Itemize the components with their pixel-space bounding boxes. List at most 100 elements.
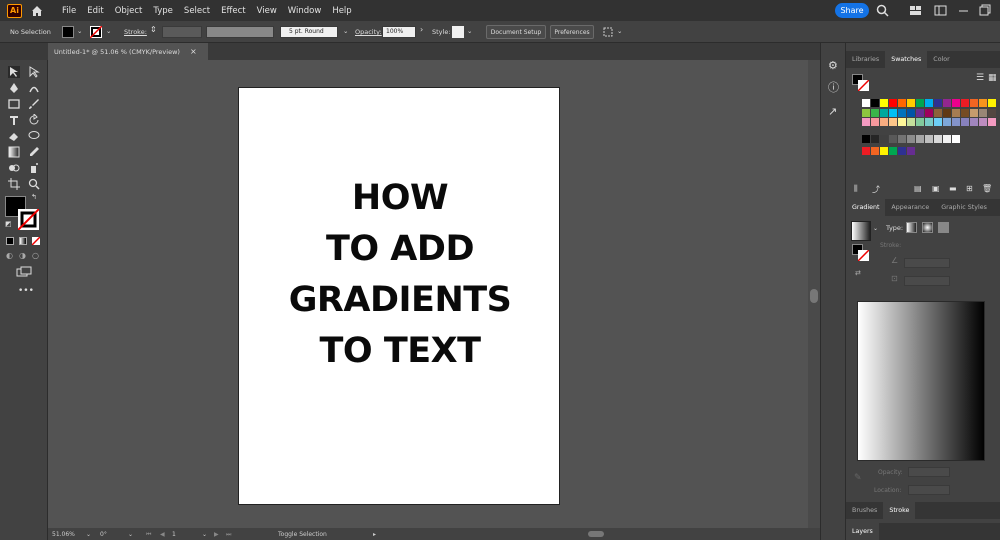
opacity-label[interactable]: Opacity: bbox=[355, 28, 382, 36]
swatch-chip[interactable] bbox=[934, 99, 942, 107]
zoom-tool-icon[interactable] bbox=[28, 178, 40, 190]
swatch-chip[interactable] bbox=[916, 99, 924, 107]
swatch-chip[interactable] bbox=[880, 99, 888, 107]
menu-view[interactable]: View bbox=[257, 6, 277, 16]
swatch-chip[interactable] bbox=[871, 135, 879, 143]
workspace-switcher-icon[interactable] bbox=[934, 4, 947, 17]
gradient-preview-swatch[interactable] bbox=[851, 221, 871, 241]
scrollbar-thumb[interactable] bbox=[810, 289, 818, 303]
control-menu-icon[interactable]: ⌄ bbox=[617, 27, 622, 35]
swatch-chip[interactable] bbox=[880, 135, 888, 143]
swatch-chip[interactable] bbox=[970, 118, 978, 126]
artboard-tool-icon[interactable] bbox=[8, 178, 20, 190]
canvas-area[interactable]: HOW TO ADD GRADIENTS TO TEXT bbox=[48, 60, 820, 528]
swatch-chip[interactable] bbox=[898, 99, 906, 107]
stroke-swatch[interactable] bbox=[90, 26, 102, 38]
swatch-chip[interactable] bbox=[898, 109, 906, 117]
swatch-chip[interactable] bbox=[871, 99, 879, 107]
tab-libraries[interactable]: Libraries bbox=[846, 51, 885, 68]
grid-view-icon[interactable]: ▦ bbox=[988, 73, 997, 83]
swatch-chip[interactable] bbox=[979, 99, 987, 107]
swatch-chip[interactable] bbox=[925, 109, 933, 117]
swatch-chip[interactable] bbox=[889, 147, 897, 155]
angle-dropdown[interactable] bbox=[904, 258, 950, 268]
swatch-chip[interactable] bbox=[907, 135, 915, 143]
transform-icon[interactable] bbox=[602, 26, 614, 38]
menu-window[interactable]: Window bbox=[288, 6, 322, 16]
swatch-chip[interactable] bbox=[961, 99, 969, 107]
swatch-chip[interactable] bbox=[934, 118, 942, 126]
menu-select[interactable]: Select bbox=[184, 6, 210, 16]
menu-file[interactable]: File bbox=[62, 6, 76, 16]
search-icon[interactable] bbox=[876, 4, 889, 17]
reverse-gradient-icon[interactable]: ⇄ bbox=[855, 269, 861, 277]
swatch-chip[interactable] bbox=[952, 135, 960, 143]
swatch-chip[interactable] bbox=[943, 135, 951, 143]
document-setup-button[interactable]: Document Setup bbox=[486, 25, 546, 39]
stroke-dropdown-icon[interactable]: ⌄ bbox=[106, 27, 111, 35]
swatch-chip[interactable] bbox=[862, 118, 870, 126]
paintbrush-tool-icon[interactable] bbox=[28, 98, 40, 110]
place-swatches-icon[interactable]: ⤴ bbox=[872, 184, 880, 195]
menu-object[interactable]: Object bbox=[115, 6, 143, 16]
last-artboard-icon[interactable]: ⏭ bbox=[226, 531, 231, 539]
swatch-chip[interactable] bbox=[862, 99, 870, 107]
swap-fill-stroke-icon[interactable]: ↰ bbox=[31, 193, 37, 201]
style-dropdown-icon[interactable]: ⌄ bbox=[467, 27, 472, 35]
swatch-chip[interactable] bbox=[961, 118, 969, 126]
swatch-chip[interactable] bbox=[907, 147, 915, 155]
swatch-chip[interactable] bbox=[889, 109, 897, 117]
menu-type[interactable]: Type bbox=[153, 6, 173, 16]
menu-help[interactable]: Help bbox=[332, 6, 351, 16]
swatch-chip[interactable] bbox=[970, 109, 978, 117]
radial-gradient-button[interactable] bbox=[922, 222, 933, 233]
show-kinds-icon[interactable]: ▤ bbox=[914, 184, 922, 193]
artboard-dropdown-icon[interactable]: ⌄ bbox=[202, 531, 207, 538]
stroke-label[interactable]: Stroke: bbox=[124, 28, 147, 36]
restore-icon[interactable] bbox=[978, 4, 991, 17]
rotate-view[interactable]: 0° bbox=[100, 531, 107, 538]
gradient-eyedropper-icon[interactable]: ✎ bbox=[854, 473, 862, 483]
swatch-chip[interactable] bbox=[880, 118, 888, 126]
swatch-chip[interactable] bbox=[880, 147, 888, 155]
draw-inside-icon[interactable]: ○ bbox=[32, 251, 39, 260]
type-tool-icon[interactable] bbox=[8, 114, 20, 126]
eyedropper-tool-icon[interactable] bbox=[28, 146, 40, 158]
gradient-mode-icon[interactable] bbox=[19, 237, 27, 245]
swatch-chip[interactable] bbox=[952, 99, 960, 107]
swatch-chip[interactable] bbox=[925, 135, 933, 143]
close-tab-icon[interactable]: × bbox=[190, 47, 197, 56]
swatch-chip[interactable] bbox=[862, 147, 870, 155]
stroke-weight-dropdown[interactable] bbox=[162, 26, 202, 38]
gradient-tool-icon[interactable] bbox=[8, 146, 20, 158]
first-artboard-icon[interactable]: ⏮ bbox=[146, 531, 151, 539]
artboard[interactable]: HOW TO ADD GRADIENTS TO TEXT bbox=[238, 87, 560, 505]
swatch-chip[interactable] bbox=[988, 109, 996, 117]
swatch-chip[interactable] bbox=[979, 109, 987, 117]
draw-behind-icon[interactable]: ◑ bbox=[19, 251, 26, 260]
tab-appearance[interactable]: Appearance bbox=[885, 199, 935, 216]
swatch-chip[interactable] bbox=[880, 109, 888, 117]
direct-selection-tool-icon[interactable] bbox=[28, 66, 40, 78]
preferences-button[interactable]: Preferences bbox=[550, 25, 594, 39]
swatch-chip[interactable] bbox=[889, 118, 897, 126]
swatch-chip[interactable] bbox=[871, 109, 879, 117]
status-menu-icon[interactable]: ▸ bbox=[373, 531, 376, 538]
variable-width-profile[interactable] bbox=[206, 26, 274, 38]
swatch-chip[interactable] bbox=[916, 109, 924, 117]
delete-swatch-icon[interactable]: 🗑 bbox=[982, 184, 992, 193]
swatch-chip[interactable] bbox=[871, 118, 879, 126]
tab-swatches[interactable]: Swatches bbox=[885, 51, 928, 68]
swatch-chip[interactable] bbox=[925, 118, 933, 126]
swatch-chip[interactable] bbox=[961, 109, 969, 117]
arrange-documents-icon[interactable] bbox=[909, 4, 922, 17]
swatch-chip[interactable] bbox=[952, 109, 960, 117]
swatch-chip[interactable] bbox=[934, 109, 942, 117]
share-button[interactable]: Share bbox=[835, 3, 869, 18]
swatch-chip[interactable] bbox=[907, 118, 915, 126]
swatch-chip[interactable] bbox=[988, 99, 996, 107]
rectangle-tool-icon[interactable] bbox=[8, 98, 20, 110]
swatch-chip[interactable] bbox=[988, 118, 996, 126]
freeform-gradient-button[interactable] bbox=[938, 222, 949, 233]
draw-normal-icon[interactable]: ◐ bbox=[6, 251, 13, 260]
